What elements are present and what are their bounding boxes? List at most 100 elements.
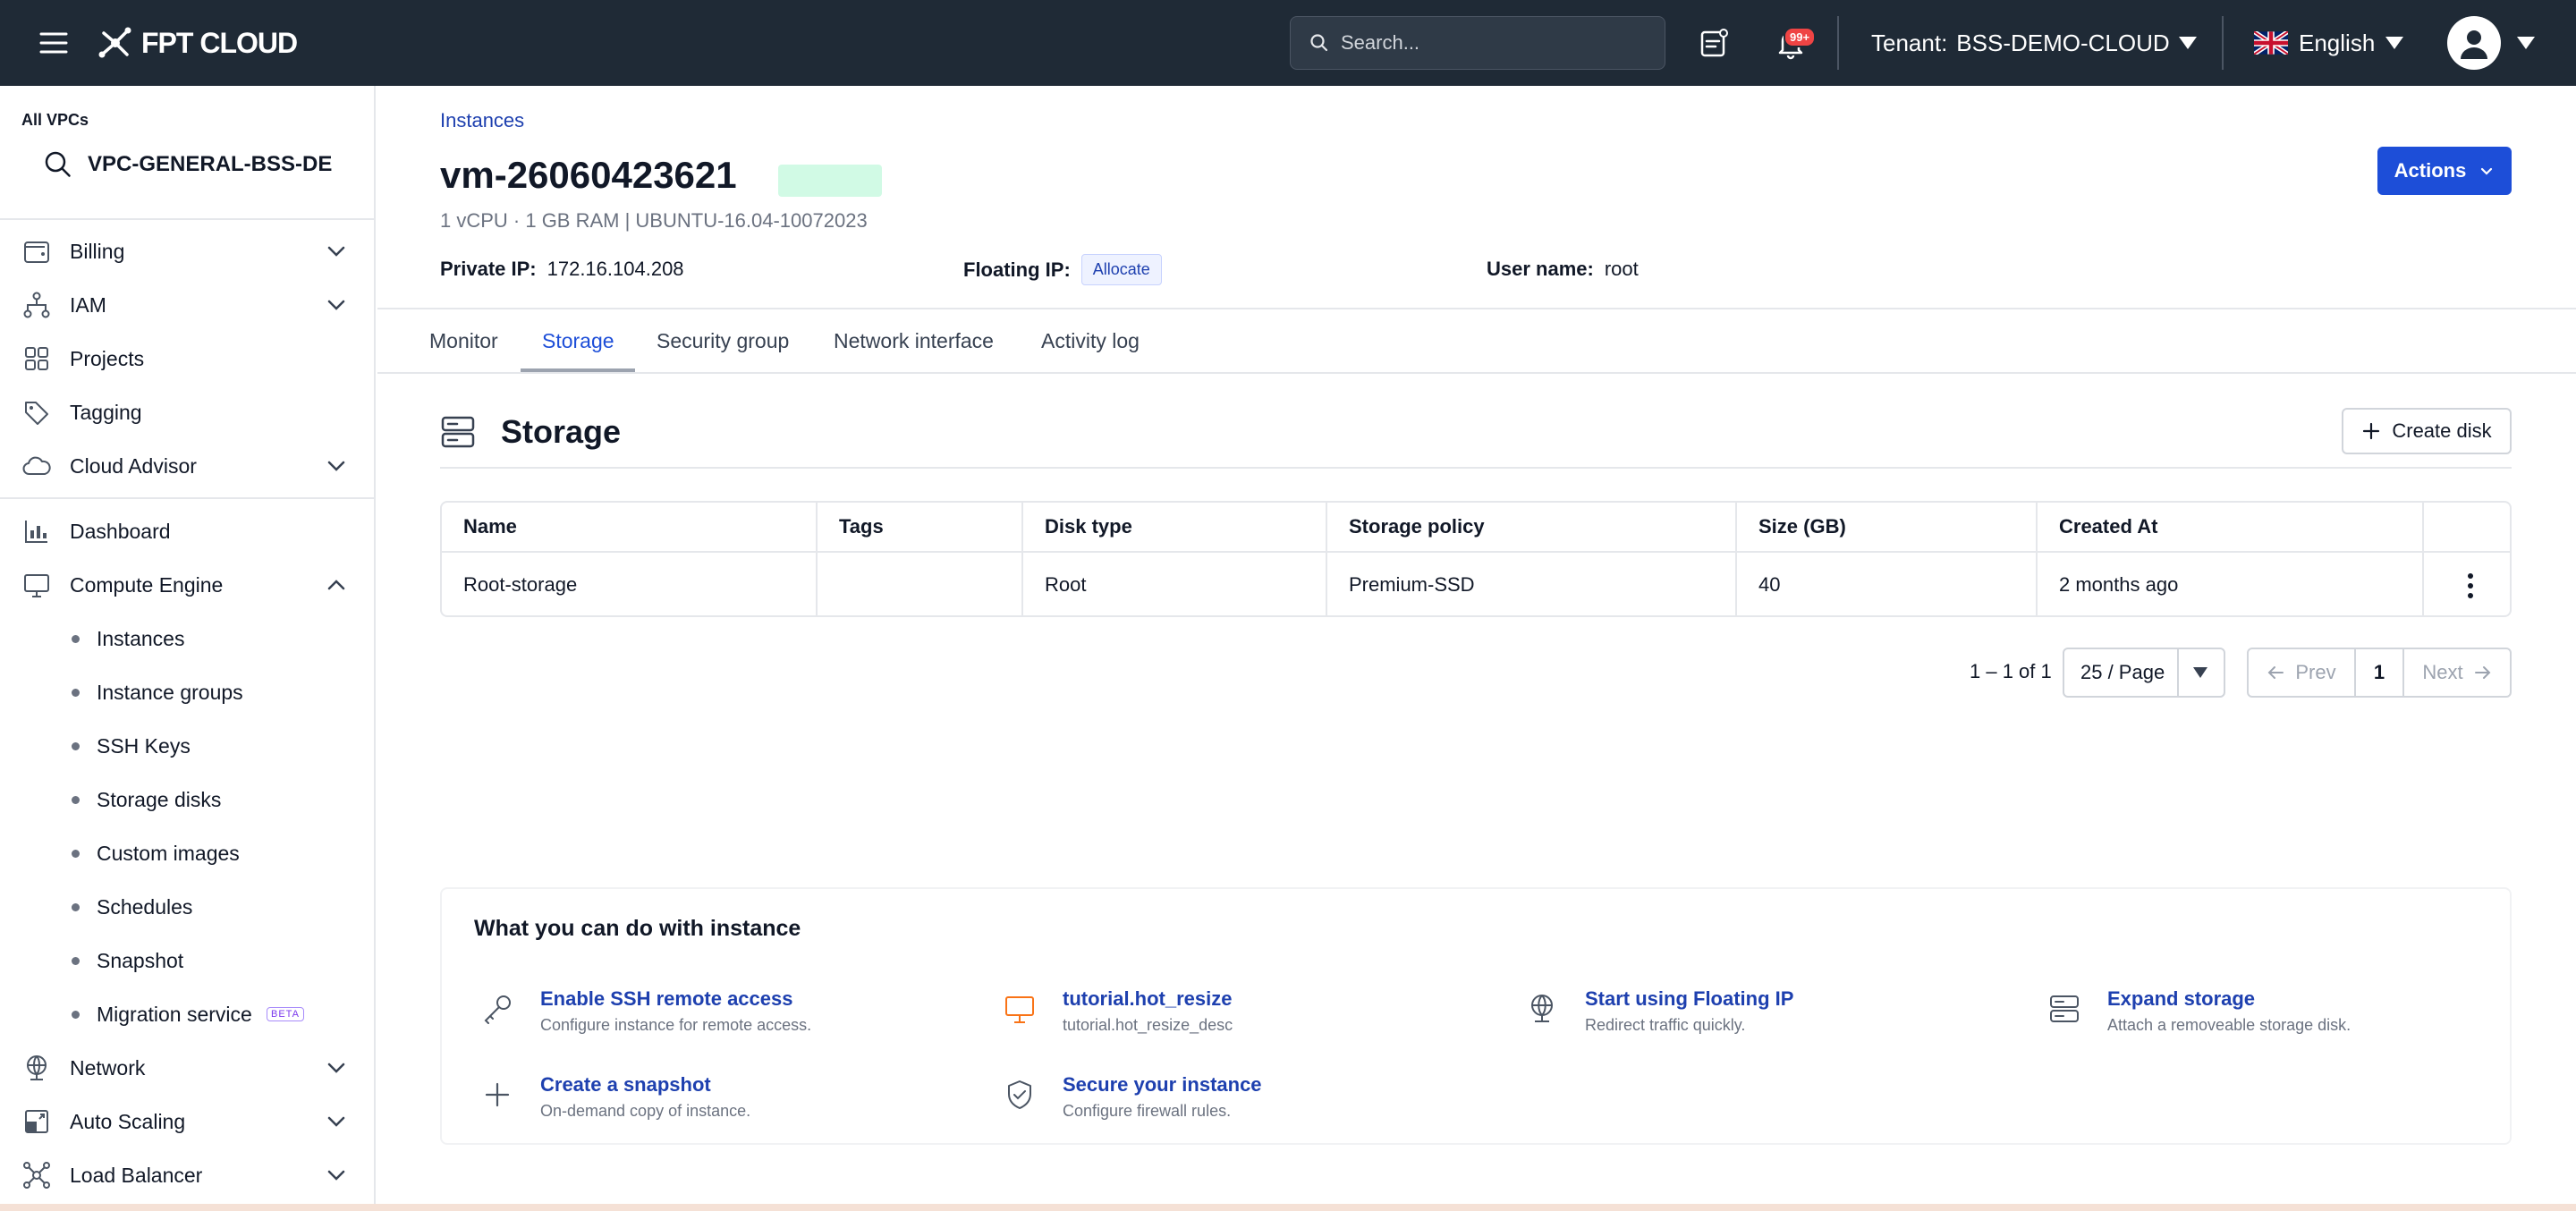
tab-network-interface[interactable]: Network interface <box>834 329 994 353</box>
search-input[interactable] <box>1341 31 1645 55</box>
kebab-menu-icon[interactable] <box>2467 572 2474 599</box>
sidebar-item-cloud-advisor[interactable]: Cloud Advisor <box>0 441 376 491</box>
tab-storage[interactable]: Storage <box>542 329 614 353</box>
sidebar-subitem-label: Instance groups <box>97 680 243 704</box>
vpc-selector[interactable]: VPC-GENERAL-BSS-DE <box>43 145 332 184</box>
sidebar-subitem-migration-service[interactable]: Migration service BETA <box>0 991 376 1037</box>
next-page-button[interactable]: Next <box>2404 649 2510 696</box>
sidebar-subitem-schedules[interactable]: Schedules <box>0 884 376 930</box>
monitor-icon <box>24 574 49 597</box>
sidebar-item-label: Billing <box>70 239 125 263</box>
storage-icon <box>2050 995 2079 1022</box>
page-size-divider <box>2177 649 2179 696</box>
menu-icon[interactable] <box>38 27 70 59</box>
sidebar-item-load-balancer[interactable]: Load Balancer <box>0 1150 376 1200</box>
sidebar-subitem-storage-disks[interactable]: Storage disks <box>0 776 376 823</box>
create-disk-label: Create disk <box>2392 419 2492 442</box>
caret-down-icon <box>2193 667 2207 678</box>
table-header: Name Tags Disk type Storage policy Size … <box>442 503 2510 553</box>
bullet-icon <box>72 956 80 965</box>
tip-title[interactable]: Expand storage <box>2107 987 2255 1011</box>
grid-icon <box>25 347 48 370</box>
globe-icon <box>1531 995 1553 1022</box>
tip-title[interactable]: Enable SSH remote access <box>540 987 792 1011</box>
table-row[interactable]: Root-storage Root Premium-SSD 40 2 month… <box>442 553 2510 615</box>
language-label: English <box>2299 29 2376 56</box>
create-disk-button[interactable]: Create disk <box>2342 408 2512 454</box>
sidebar-item-label: Compute Engine <box>70 572 224 597</box>
column-header[interactable]: Tags <box>818 503 1023 551</box>
username-label: User name: <box>1487 258 1594 280</box>
private-ip-value: 172.16.104.208 <box>547 258 684 280</box>
sidebar-item-auto-scaling[interactable]: Auto Scaling <box>0 1097 376 1147</box>
breadcrumb-instances[interactable]: Instances <box>440 109 524 132</box>
globe-icon <box>27 1055 47 1080</box>
cloud-icon <box>22 456 51 475</box>
sidebar-subitem-ssh-keys[interactable]: SSH Keys <box>0 723 376 769</box>
sidebar-subitem-instance-groups[interactable]: Instance groups <box>0 669 376 716</box>
global-search[interactable] <box>1290 16 1665 70</box>
tip-description: Configure firewall rules. <box>1063 1102 1232 1120</box>
sidebar-item-projects[interactable]: Projects <box>0 334 376 384</box>
sidebar-item-billing[interactable]: Billing <box>0 226 376 276</box>
beta-badge: BETA <box>267 1007 304 1021</box>
sidebar-item-compute-engine[interactable]: Compute Engine <box>0 560 376 610</box>
allocate-button[interactable]: Allocate <box>1080 254 1162 285</box>
page-number-button[interactable]: 1 <box>2354 649 2404 696</box>
tip-title[interactable]: tutorial.hot_resize <box>1063 987 1232 1011</box>
sidebar-subitem-label: SSH Keys <box>97 733 191 758</box>
column-header[interactable]: Disk type <box>1023 503 1327 551</box>
cell-created-at: 2 months ago <box>2038 553 2424 615</box>
sidebar-subitem-snapshot[interactable]: Snapshot <box>0 937 376 984</box>
top-bar: FPT CLOUD 99+ Tenant: BSS-DEMO-CLOUD Eng… <box>0 0 2576 86</box>
hierarchy-icon <box>23 292 50 318</box>
sidebar-subitem-custom-images[interactable]: Custom images <box>0 830 376 876</box>
storage-header: Storage <box>440 413 621 451</box>
tip-title[interactable]: Start using Floating IP <box>1585 987 1793 1011</box>
tip-title[interactable]: Create a snapshot <box>540 1073 711 1097</box>
pager: Prev 1 Next <box>2247 648 2512 698</box>
actions-button[interactable]: Actions <box>2377 147 2512 195</box>
column-header[interactable]: Name <box>442 503 818 551</box>
sidebar-item-label: Cloud Advisor <box>70 453 197 478</box>
actions-label: Actions <box>2394 159 2467 182</box>
sidebar-item-iam[interactable]: IAM <box>0 280 376 330</box>
chart-icon <box>25 521 47 543</box>
column-header[interactable]: Storage policy <box>1327 503 1737 551</box>
pagination-count: 1 – 1 of 1 <box>1970 660 2052 682</box>
page-size-select[interactable]: 25 / Page <box>2063 648 2225 698</box>
sidebar-subitem-instances[interactable]: Instances <box>0 615 376 662</box>
tip-title[interactable]: Secure your instance <box>1063 1073 1262 1097</box>
brand-logo[interactable]: FPT CLOUD <box>97 23 298 63</box>
chevron-down-icon <box>327 246 345 257</box>
column-header[interactable]: Created At <box>2038 503 2424 551</box>
floating-ip-info: Floating IP: Allocate <box>963 254 1162 285</box>
cell-name: Root-storage <box>442 553 818 615</box>
prev-page-button[interactable]: Prev <box>2249 649 2354 696</box>
tab-monitor[interactable]: Monitor <box>429 329 498 353</box>
arrow-right-icon <box>2474 666 2491 679</box>
ticket-icon[interactable] <box>1696 25 1732 61</box>
tab-security-group[interactable]: Security group <box>657 329 789 353</box>
column-header[interactable]: Size (GB) <box>1737 503 2038 551</box>
bullet-icon <box>72 741 80 750</box>
shield-icon <box>1008 1080 1031 1109</box>
tenant-selector[interactable]: Tenant: BSS-DEMO-CLOUD <box>1871 25 2197 61</box>
sidebar-item-dashboard[interactable]: Dashboard <box>0 506 376 556</box>
language-selector[interactable]: English <box>2254 25 2404 61</box>
chevron-down-icon <box>327 300 345 310</box>
sidebar-item-tagging[interactable]: Tagging <box>0 387 376 437</box>
page-number: 1 <box>2373 661 2385 683</box>
sidebar-item-network[interactable]: Network <box>0 1043 376 1093</box>
tip-description: Attach a removeable storage disk. <box>2107 1016 2351 1034</box>
tip-description: Configure instance for remote access. <box>540 1016 812 1034</box>
private-ip-info: Private IP: 172.16.104.208 <box>440 258 684 281</box>
cell-disk-type: Root <box>1023 553 1327 615</box>
user-menu[interactable] <box>2447 16 2535 70</box>
vpc-value: VPC-GENERAL-BSS-DE <box>88 152 333 176</box>
sidebar-divider <box>0 497 376 499</box>
tip-description: Redirect traffic quickly. <box>1585 1016 1746 1034</box>
sidebar-subitem-label: Migration service <box>97 1002 252 1026</box>
page-title: vm-26060423621 <box>440 154 737 196</box>
tab-activity-log[interactable]: Activity log <box>1041 329 1140 353</box>
